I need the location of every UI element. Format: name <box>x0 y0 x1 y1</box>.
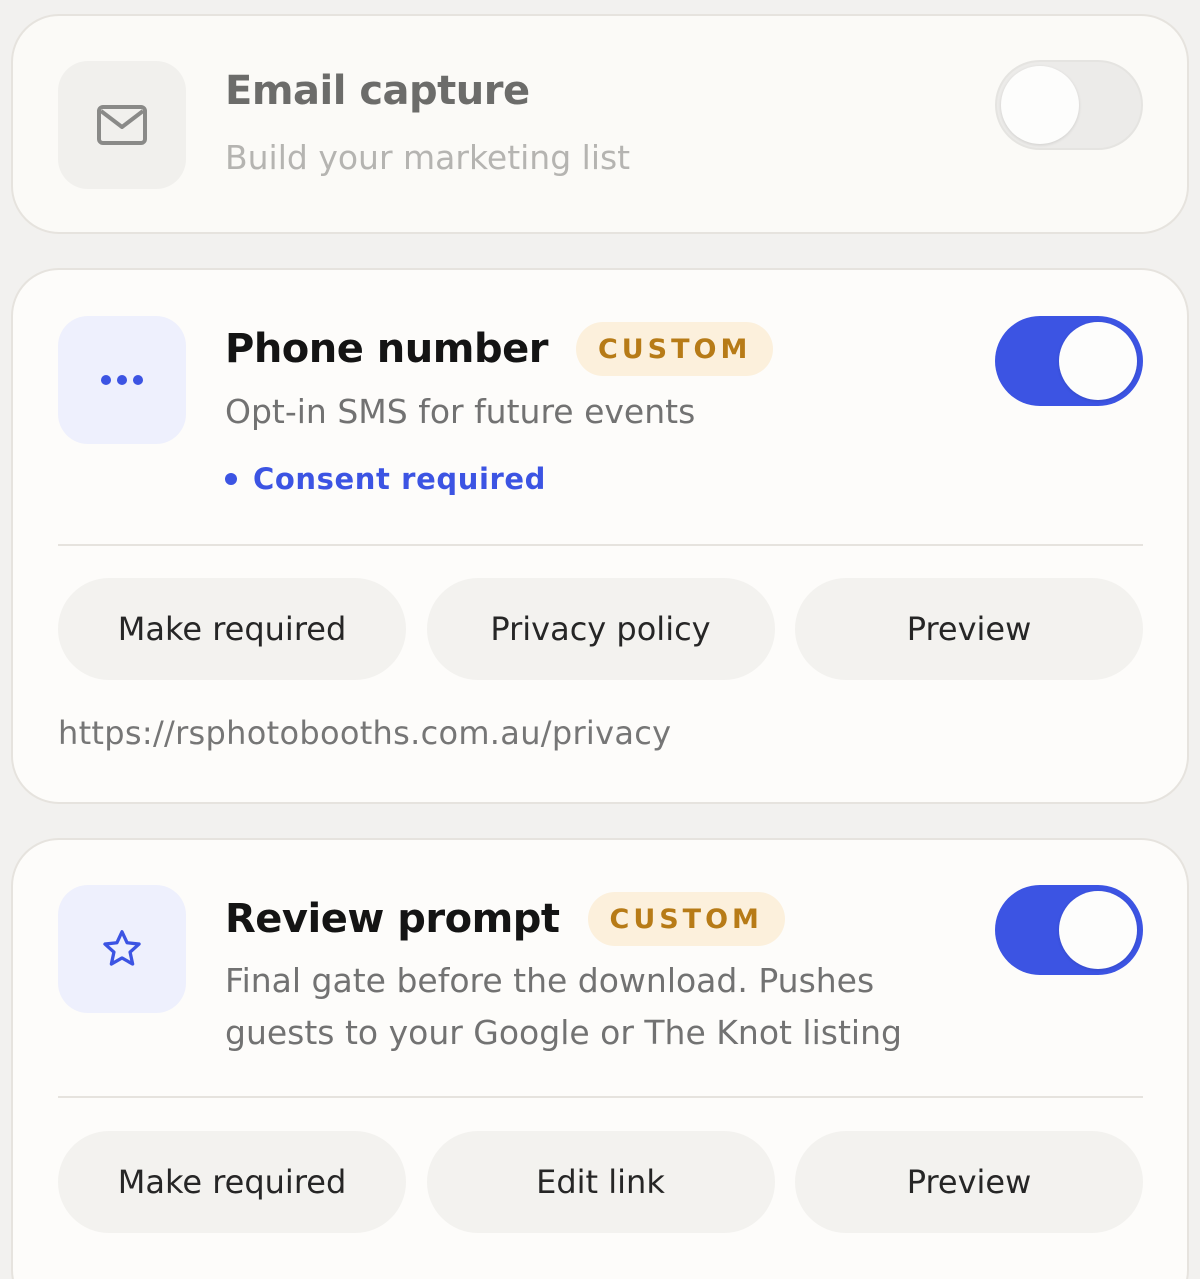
review-prompt-icon-tile <box>58 885 186 1013</box>
phone-number-card: Phone number CUSTOM Opt-in SMS for futur… <box>11 268 1189 804</box>
email-capture-toggle[interactable] <box>995 60 1143 150</box>
email-capture-card: Email capture Build your marketing list <box>11 14 1189 234</box>
make-required-button[interactable]: Make required <box>58 1131 406 1233</box>
email-capture-title-row: Email capture <box>225 68 530 114</box>
divider <box>58 1096 1143 1098</box>
consent-dot-icon <box>225 473 237 485</box>
review-prompt-title: Review prompt <box>225 896 560 942</box>
phone-number-title-row: Phone number CUSTOM <box>225 322 774 376</box>
review-prompt-subtitle-line-2: guests to your Google or The Knot listin… <box>225 1013 902 1052</box>
review-prompt-card: Review prompt CUSTOM Final gate before t… <box>11 838 1189 1279</box>
more-dots-icon <box>101 375 143 385</box>
custom-badge: CUSTOM <box>587 892 785 946</box>
phone-number-subtitle: Opt-in SMS for future events <box>225 392 696 431</box>
email-capture-icon-tile <box>58 61 186 189</box>
make-required-button[interactable]: Make required <box>58 578 406 680</box>
envelope-icon <box>97 105 147 145</box>
privacy-policy-button[interactable]: Privacy policy <box>426 578 775 680</box>
preview-button[interactable]: Preview <box>795 578 1143 680</box>
email-capture-title: Email capture <box>225 68 530 114</box>
review-prompt-subtitle-line-1: Final gate before the download. Pushes <box>225 961 875 1000</box>
preview-button[interactable]: Preview <box>795 1131 1143 1233</box>
consent-required-text: Consent required <box>253 462 547 496</box>
review-prompt-title-row: Review prompt CUSTOM <box>225 892 785 946</box>
phone-number-actions: Make required Privacy policy Preview <box>58 578 1143 680</box>
review-prompt-actions: Make required Edit link Preview <box>58 1131 1143 1233</box>
star-icon <box>103 930 141 966</box>
page: Email capture Build your marketing list … <box>0 0 1200 1279</box>
phone-number-toggle[interactable] <box>995 316 1143 406</box>
privacy-policy-url: https://rsphotobooths.com.au/privacy <box>58 714 672 752</box>
toggle-knob <box>1059 891 1137 969</box>
review-prompt-toggle[interactable] <box>995 885 1143 975</box>
divider <box>58 544 1143 546</box>
phone-number-title: Phone number <box>225 326 548 372</box>
toggle-knob <box>1001 66 1079 144</box>
consent-required-label: Consent required <box>225 462 546 496</box>
custom-badge: CUSTOM <box>575 322 774 376</box>
edit-link-button[interactable]: Edit link <box>426 1131 775 1233</box>
toggle-knob <box>1059 322 1137 400</box>
email-capture-subtitle: Build your marketing list <box>225 138 631 177</box>
phone-number-icon-tile <box>58 316 186 444</box>
review-prompt-subtitle: Final gate before the download. Pushes g… <box>225 955 902 1059</box>
